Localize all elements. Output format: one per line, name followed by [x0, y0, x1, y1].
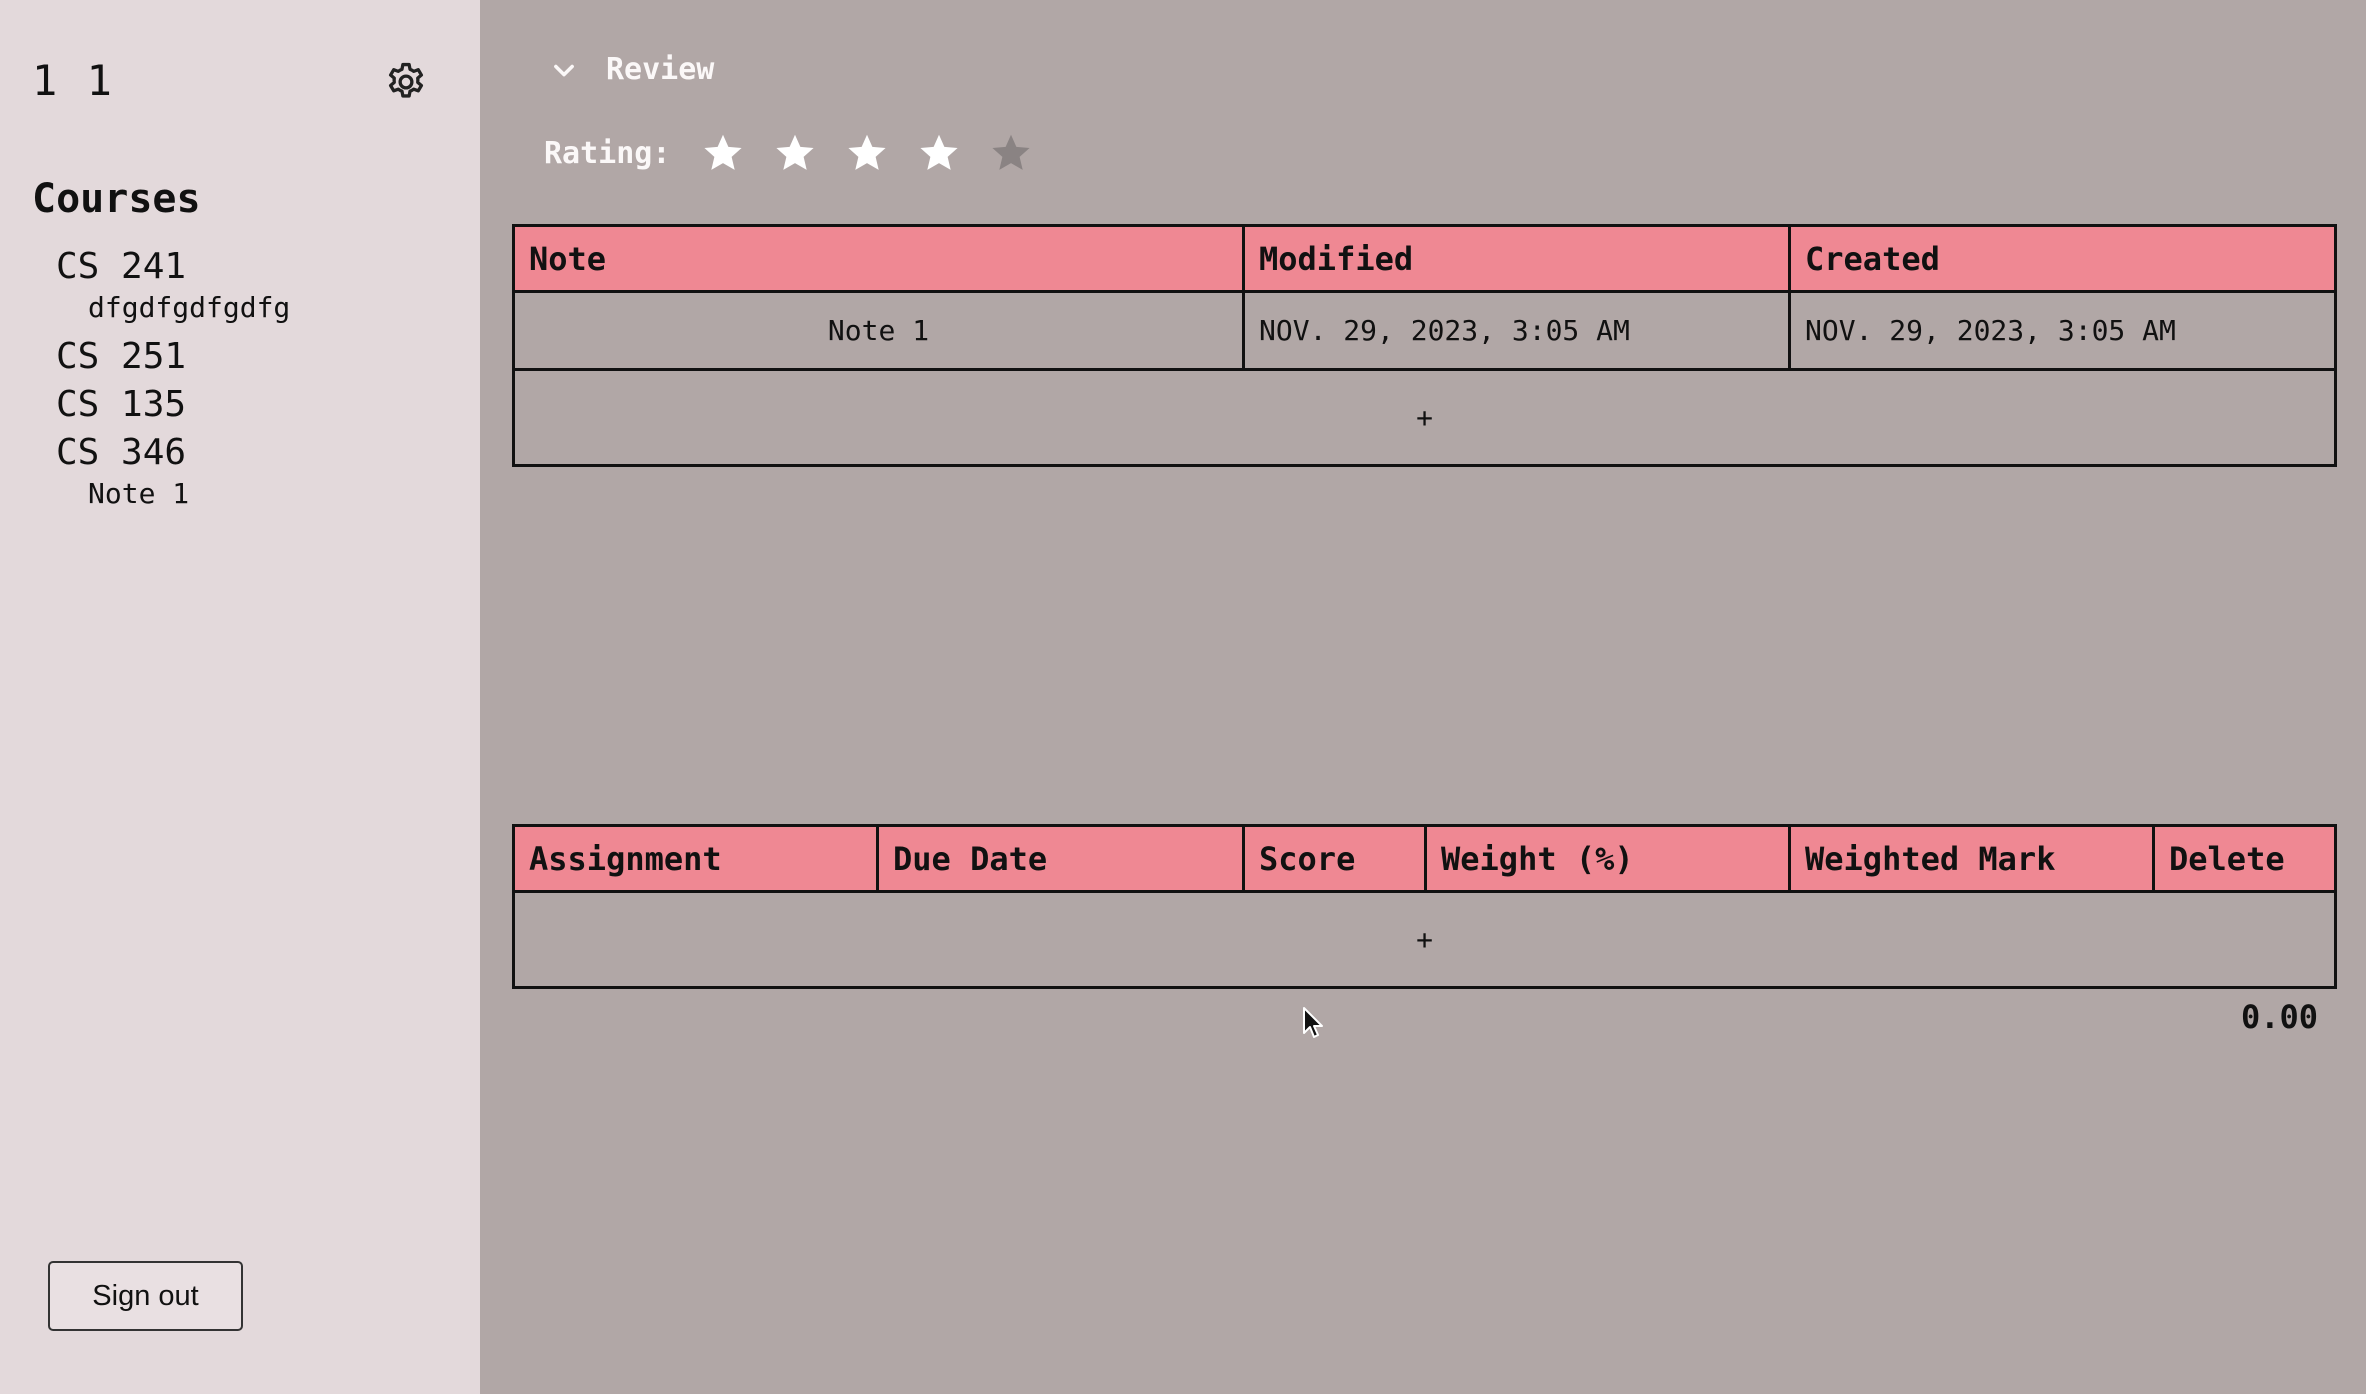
review-toggle[interactable]: Review [550, 52, 714, 87]
main-content: Review Rating: Note Modified Created Not… [480, 0, 2366, 1394]
notes-table: Note Modified Created Note 1 NOV. 29, 20… [512, 224, 2337, 467]
sidebar: 1 1 Courses CS 241 dfgdfgdfgdfg CS 251 C… [0, 0, 480, 1394]
courses-title: Courses [32, 176, 201, 222]
mouse-cursor-icon [1303, 1007, 1323, 1038]
course-note-link[interactable]: dfgdfgdfgdfg [88, 291, 290, 325]
column-header-delete: Delete [2152, 824, 2337, 893]
note-created-cell: NOV. 29, 2023, 3:05 AM [1788, 290, 2337, 371]
course-note-link[interactable]: Note 1 [88, 477, 290, 511]
note-modified-cell: NOV. 29, 2023, 3:05 AM [1242, 290, 1791, 371]
course-item-cs241: CS 241 dfgdfgdfgdfg [56, 243, 290, 325]
chevron-down-icon [554, 64, 574, 76]
gear-icon [388, 62, 424, 98]
column-header-assignment[interactable]: Assignment [512, 824, 879, 893]
add-assignment-button[interactable]: + [512, 890, 2337, 989]
rating-row: Rating: [544, 130, 1060, 176]
star-rating [700, 130, 1060, 176]
star-icon[interactable] [916, 130, 962, 176]
column-header-weight[interactable]: Weight (%) [1424, 824, 1791, 893]
star-icon[interactable] [700, 130, 746, 176]
column-header-modified[interactable]: Modified [1242, 224, 1791, 293]
course-item-cs135: CS 135 [56, 381, 290, 429]
column-header-due-date[interactable]: Due Date [876, 824, 1245, 893]
add-assignment-row: + [512, 890, 2337, 989]
total-weighted-mark: 0.00 [2240, 998, 2318, 1036]
course-item-cs346: CS 346 Note 1 [56, 429, 290, 511]
column-header-weighted-mark[interactable]: Weighted Mark [1788, 824, 2155, 893]
course-link[interactable]: CS 346 [56, 429, 290, 477]
course-link[interactable]: CS 135 [56, 381, 290, 429]
review-label: Review [606, 52, 715, 87]
course-link[interactable]: CS 251 [56, 333, 290, 381]
rating-label: Rating: [544, 135, 671, 171]
star-icon[interactable] [988, 130, 1034, 176]
sign-out-button[interactable]: Sign out [48, 1261, 243, 1331]
column-header-score[interactable]: Score [1242, 824, 1427, 893]
add-note-button[interactable]: + [512, 368, 2337, 467]
column-header-created[interactable]: Created [1788, 224, 2337, 293]
table-row[interactable]: Note 1 NOV. 29, 2023, 3:05 AM NOV. 29, 2… [512, 290, 2337, 371]
star-icon[interactable] [844, 130, 890, 176]
settings-button[interactable] [384, 60, 428, 104]
course-list: CS 241 dfgdfgdfgdfg CS 251 CS 135 CS 346… [56, 243, 290, 519]
assignments-header-row: Assignment Due Date Score Weight (%) Wei… [512, 824, 2337, 893]
add-note-row: + [512, 368, 2337, 467]
star-icon[interactable] [772, 130, 818, 176]
course-link[interactable]: CS 241 [56, 243, 290, 291]
course-item-cs251: CS 251 [56, 333, 290, 381]
notes-header-row: Note Modified Created [512, 224, 2337, 293]
user-name: 1 1 [32, 56, 114, 105]
column-header-note[interactable]: Note [512, 224, 1245, 293]
assignments-table: Assignment Due Date Score Weight (%) Wei… [512, 824, 2337, 989]
note-title-cell[interactable]: Note 1 [512, 290, 1245, 371]
